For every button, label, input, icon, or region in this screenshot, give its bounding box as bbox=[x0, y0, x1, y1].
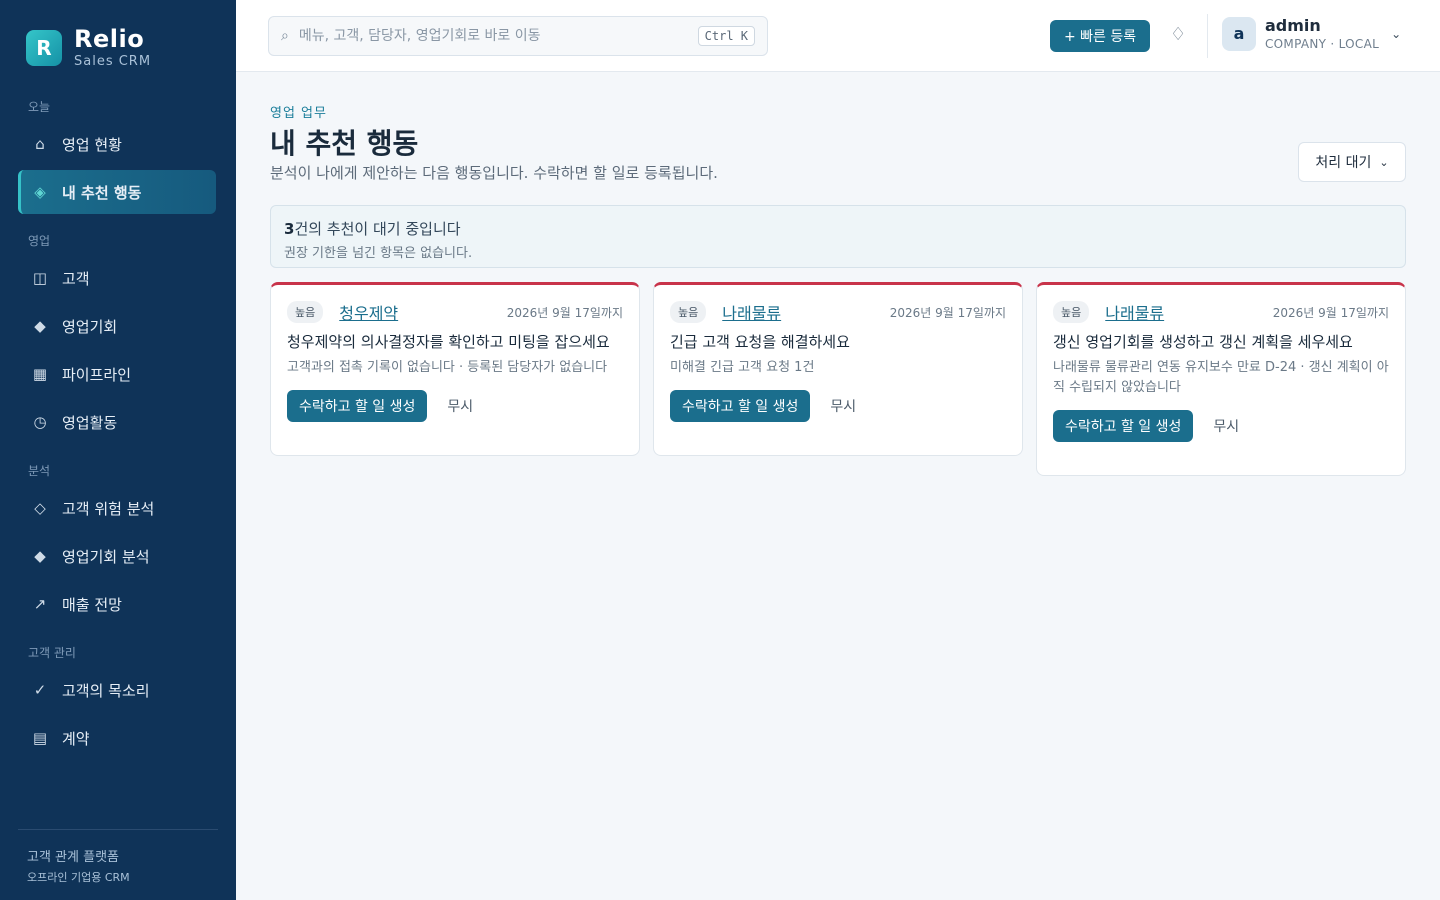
due-date: 2026년 9월 17일까지 bbox=[506, 305, 623, 320]
sidebar-item-recommended-actions[interactable]: ◈ 내 추천 행동 bbox=[18, 170, 216, 214]
recommendation-card: 높음 나래물류 2026년 9월 17일까지 갱신 영업기회를 생성하고 갱신 … bbox=[1036, 282, 1406, 476]
accept-create-task-button[interactable]: 수락하고 할 일 생성 bbox=[1053, 410, 1194, 442]
priority-badge: 높음 bbox=[1053, 301, 1090, 323]
card-title: 갱신 영업기회를 생성하고 갱신 계획을 세우세요 bbox=[1053, 333, 1353, 351]
user-name: admin bbox=[1265, 16, 1321, 35]
user-menu[interactable]: a admin COMPANY · LOCAL ⌄ bbox=[1222, 16, 1401, 51]
sidebar-item-label: 영업활동 bbox=[62, 413, 118, 432]
nav-section-customer-mgmt: 고객 관리 bbox=[28, 646, 76, 660]
sidebar-item-activities[interactable]: ◷ 영업활동 bbox=[18, 400, 216, 444]
due-date: 2026년 9월 17일까지 bbox=[889, 305, 1006, 320]
recommendation-card: 높음 청우제약 2026년 9월 17일까지 청우제약의 의사결정자를 확인하고… bbox=[270, 282, 640, 456]
ignore-button[interactable]: 무시 bbox=[447, 396, 473, 416]
home-icon: ⌂ bbox=[35, 135, 45, 153]
page-title: 내 추천 행동 bbox=[270, 127, 419, 160]
sidebar-item-label: 계약 bbox=[62, 729, 90, 748]
nav-section-analysis: 분석 bbox=[28, 464, 51, 478]
sidebar-item-label: 고객 bbox=[62, 269, 90, 288]
sidebar-item-sales-overview[interactable]: ⌂ 영업 현황 bbox=[18, 122, 216, 166]
document-icon: ▤ bbox=[32, 729, 48, 747]
priority-badge: 높음 bbox=[670, 301, 707, 323]
quick-add-button[interactable]: + 빠른 등록 bbox=[1050, 20, 1151, 52]
card-reason: 고객과의 접촉 기록이 없습니다 · 등록된 담당자가 없습니다 bbox=[287, 360, 608, 375]
sidebar-item-voice-of-customer[interactable]: ✓ 고객의 목소리 bbox=[18, 668, 216, 712]
sidebar-item-sales-forecast[interactable]: ↗ 매출 전망 bbox=[18, 582, 216, 626]
card-title: 청우제약의 의사결정자를 확인하고 미팅을 잡으세요 bbox=[287, 333, 610, 351]
notification-icon[interactable]: ♢ bbox=[1170, 24, 1186, 45]
priority-badge: 높음 bbox=[287, 301, 324, 323]
breadcrumb: 영업 업무 bbox=[270, 106, 327, 121]
sidebar-item-label: 매출 전망 bbox=[62, 595, 122, 614]
columns-icon: ◫ bbox=[32, 269, 48, 287]
nav-section-sales: 영업 bbox=[28, 234, 51, 248]
sidebar-item-customers[interactable]: ◫ 고객 bbox=[18, 256, 216, 300]
diamond-outline-icon: ◇ bbox=[34, 499, 46, 517]
ignore-button[interactable]: 무시 bbox=[1213, 416, 1239, 436]
notice-text: 건의 추천이 대기 중입니다 bbox=[294, 220, 461, 238]
trend-arrow-icon: ↗ bbox=[33, 595, 47, 613]
customer-link[interactable]: 나래물류 bbox=[722, 300, 781, 324]
clock-icon: ◷ bbox=[33, 413, 47, 431]
footer-line-2: 오프라인 기업용 CRM bbox=[27, 871, 130, 884]
brand-logo: R bbox=[26, 29, 62, 66]
diamond-icon: ◈ bbox=[34, 183, 46, 201]
customer-link[interactable]: 나래물류 bbox=[1105, 300, 1164, 324]
sidebar-item-label: 고객 위험 분석 bbox=[62, 499, 155, 518]
nav-section-today: 오늘 bbox=[28, 100, 51, 114]
diamond-filled-icon: ◆ bbox=[34, 317, 46, 335]
pending-count: 3 bbox=[284, 220, 295, 238]
sidebar-footer: 고객 관계 플랫폼 오프라인 기업용 CRM bbox=[18, 829, 218, 885]
card-title: 긴급 고객 요청을 해결하세요 bbox=[670, 333, 850, 351]
topbar: ⌕ Ctrl K + 빠른 등록 ♢ a admin COMPANY · LOC… bbox=[236, 0, 1440, 72]
notice-line-2: 권장 기한을 넘긴 항목은 없습니다. bbox=[284, 246, 473, 261]
customer-link[interactable]: 청우제약 bbox=[339, 300, 398, 324]
card-reason: 미해결 긴급 고객 요청 1건 bbox=[670, 360, 815, 375]
accept-create-task-button[interactable]: 수락하고 할 일 생성 bbox=[287, 390, 428, 422]
sidebar-item-label: 영업기회 분석 bbox=[62, 547, 150, 566]
sidebar: R Relio Sales CRM 오늘 ⌂ 영업 현황 ◈ 내 추천 행동 영… bbox=[0, 0, 236, 900]
avatar: a bbox=[1222, 16, 1256, 51]
card-reason: 나래물류 물류관리 연동 유지보수 만료 D-24 · 갱신 계획이 아직 수립… bbox=[1053, 360, 1389, 395]
grid-icon: ▦ bbox=[32, 365, 48, 383]
status-filter-select[interactable]: 처리 대기 ⌄ bbox=[1298, 142, 1406, 182]
sidebar-item-contracts[interactable]: ▤ 계약 bbox=[18, 716, 216, 760]
search-icon: ⌕ bbox=[281, 28, 289, 44]
pending-notice: 3건의 추천이 대기 중입니다 권장 기한을 넘긴 항목은 없습니다. bbox=[270, 205, 1406, 268]
diamond-filled-icon: ◆ bbox=[34, 547, 46, 565]
sidebar-item-opportunity-analysis[interactable]: ◆ 영업기회 분석 bbox=[18, 534, 216, 578]
user-org: COMPANY · LOCAL bbox=[1265, 37, 1380, 51]
shortcut-hint: Ctrl K bbox=[697, 26, 755, 46]
page-description: 분석이 나에게 제안하는 다음 행동입니다. 수락하면 할 일로 등록됩니다. bbox=[270, 164, 718, 182]
notice-line-1: 3건의 추천이 대기 중입니다 bbox=[284, 218, 1392, 239]
sidebar-item-label: 파이프라인 bbox=[62, 365, 132, 384]
sidebar-item-customer-risk[interactable]: ◇ 고객 위험 분석 bbox=[18, 486, 216, 530]
chevron-down-icon: ⌄ bbox=[1391, 26, 1402, 41]
sidebar-item-pipeline[interactable]: ▦ 파이프라인 bbox=[18, 352, 216, 396]
ignore-button[interactable]: 무시 bbox=[830, 396, 856, 416]
recommendation-card: 높음 나래물류 2026년 9월 17일까지 긴급 고객 요청을 해결하세요 미… bbox=[653, 282, 1023, 456]
check-icon: ✓ bbox=[33, 681, 47, 699]
topbar-divider bbox=[1207, 14, 1208, 58]
sidebar-item-label: 영업 현황 bbox=[62, 135, 122, 154]
sidebar-item-opportunities[interactable]: ◆ 영업기회 bbox=[18, 304, 216, 348]
brand[interactable]: R Relio Sales CRM bbox=[26, 26, 151, 69]
filter-value: 처리 대기 bbox=[1315, 155, 1372, 171]
brand-name: Relio bbox=[74, 25, 145, 53]
accept-create-task-button[interactable]: 수락하고 할 일 생성 bbox=[670, 390, 811, 422]
due-date: 2026년 9월 17일까지 bbox=[1272, 305, 1389, 320]
sidebar-item-label: 영업기회 bbox=[62, 317, 118, 336]
footer-line-1: 고객 관계 플랫폼 bbox=[27, 850, 119, 865]
search-input[interactable] bbox=[298, 28, 698, 44]
chevron-down-icon: ⌄ bbox=[1379, 155, 1389, 169]
brand-subtitle: Sales CRM bbox=[74, 54, 152, 69]
sidebar-item-label: 내 추천 행동 bbox=[62, 183, 142, 202]
search-box[interactable]: ⌕ Ctrl K bbox=[268, 16, 768, 56]
sidebar-item-label: 고객의 목소리 bbox=[62, 681, 150, 700]
